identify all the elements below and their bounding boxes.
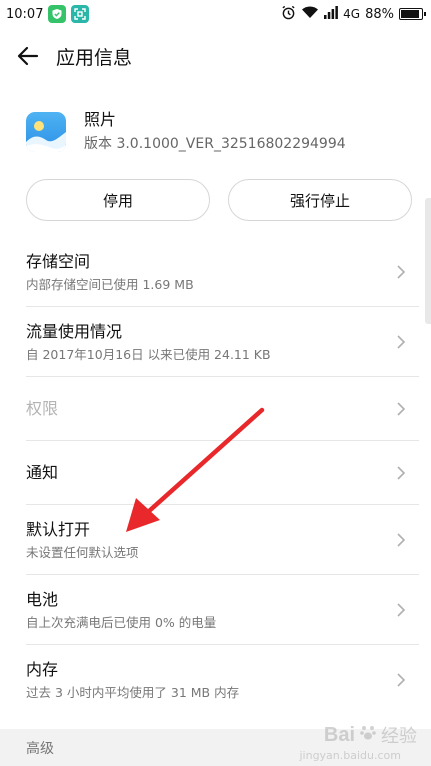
list-item-memory[interactable]: 内存 过去 3 小时内平均使用了 31 MB 内存 (0, 645, 431, 715)
item-title: 权限 (26, 399, 59, 418)
chevron-right-icon (397, 466, 406, 480)
app-version: 版本 3.0.1000_VER_32516802294994 (84, 136, 346, 152)
shield-icon (48, 5, 67, 23)
page-title: 应用信息 (56, 46, 133, 69)
status-bar: 10:07 4G 88% (0, 0, 431, 28)
watermark-brand: Bai (323, 723, 355, 746)
back-arrow-icon (17, 46, 39, 66)
item-subtitle: 内部存储空间已使用 1.69 MB (26, 276, 194, 292)
disable-button[interactable]: 停用 (26, 179, 210, 221)
chevron-right-icon (397, 335, 406, 349)
item-subtitle: 未设置任何默认选项 (26, 544, 139, 560)
item-title: 内存 (26, 659, 59, 679)
network-type: 4G (343, 7, 361, 21)
watermark: Bai 经验 (324, 722, 417, 748)
list-item-open-by-default[interactable]: 默认打开 未设置任何默认选项 (0, 505, 431, 575)
item-title: 默认打开 (26, 519, 91, 539)
scan-icon (71, 5, 90, 23)
list-item-notifications[interactable]: 通知 (0, 441, 431, 505)
item-title: 流量使用情况 (26, 321, 123, 341)
list-item-permissions[interactable]: 权限 (0, 377, 431, 441)
alarm-icon (281, 5, 296, 24)
force-stop-button[interactable]: 强行停止 (228, 179, 412, 221)
chevron-right-icon (397, 603, 406, 617)
watermark-url: jingyan.baidu.com (299, 749, 401, 762)
list-item-storage[interactable]: 存储空间 内部存储空间已使用 1.69 MB (0, 237, 431, 307)
list-item-battery[interactable]: 电池 自上次充满电后已使用 0% 的电量 (0, 575, 431, 645)
status-right: 4G 88% (281, 5, 426, 24)
item-subtitle: 自上次充满电后已使用 0% 的电量 (26, 614, 217, 630)
back-button[interactable] (14, 42, 42, 70)
status-time: 10:07 (6, 6, 44, 22)
paw-icon (359, 723, 377, 747)
settings-list: 存储空间 内部存储空间已使用 1.69 MB 流量使用情况 自 2017年10月… (0, 237, 431, 715)
battery-percent: 88% (365, 6, 394, 22)
app-name: 照片 (84, 110, 117, 129)
item-title: 存储空间 (26, 251, 91, 271)
item-title: 通知 (26, 463, 59, 482)
chevron-right-icon (397, 533, 406, 547)
item-subtitle: 自 2017年10月16日 以来已使用 24.11 KB (26, 346, 271, 362)
app-text: 照片 版本 3.0.1000_VER_32516802294994 (84, 109, 346, 155)
battery-icon (399, 8, 426, 20)
chevron-right-icon (397, 402, 406, 416)
item-subtitle: 过去 3 小时内平均使用了 31 MB 内存 (26, 684, 240, 700)
watermark-suffix: 经验 (381, 726, 417, 746)
chevron-right-icon (397, 673, 406, 687)
wifi-icon (301, 5, 319, 23)
list-item-data-usage[interactable]: 流量使用情况 自 2017年10月16日 以来已使用 24.11 KB (0, 307, 431, 377)
status-left: 10:07 (6, 5, 90, 23)
item-title: 电池 (26, 589, 59, 609)
photos-app-icon (26, 112, 66, 152)
action-buttons: 停用 强行停止 (26, 179, 412, 221)
app-header: 应用信息 (0, 28, 431, 84)
chevron-right-icon (397, 265, 406, 279)
app-info: 照片 版本 3.0.1000_VER_32516802294994 (0, 100, 431, 164)
signal-icon (324, 5, 339, 23)
